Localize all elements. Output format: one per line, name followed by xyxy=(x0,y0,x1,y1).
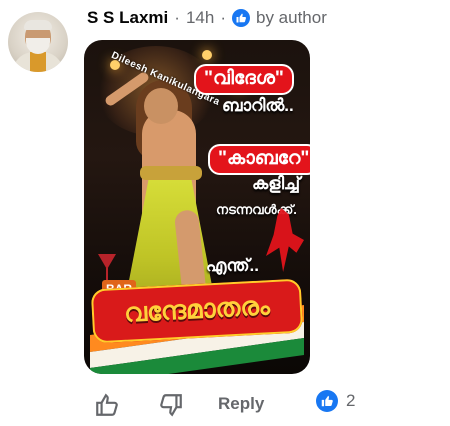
headline-banner: വന്ദേമാതരം xyxy=(90,278,304,344)
headline-text: വന്ദേമാതരം xyxy=(123,290,271,328)
meme-text-6: എന്ത്.. xyxy=(206,256,259,275)
meme-text-4: കളിച്ച് xyxy=(252,174,301,193)
avatar-hair xyxy=(24,20,52,30)
reply-button[interactable]: Reply xyxy=(218,394,264,414)
meme-text-3: "കാബറേ" xyxy=(210,146,310,173)
avatar-stole xyxy=(30,52,46,72)
comment-actions: Reply 2 xyxy=(0,388,450,422)
like-button[interactable] xyxy=(92,390,122,420)
like-count: 2 xyxy=(346,391,356,410)
separator: · xyxy=(174,8,180,27)
by-author-label: by author xyxy=(255,8,327,27)
meme-image[interactable]: Dileesh Kanikulangara "വിദേശ" ബാറിൽ.. "ക… xyxy=(84,40,310,374)
stage-light xyxy=(202,50,212,60)
meme-text-2: ബാറിൽ.. xyxy=(222,96,294,115)
comment-header: S S Laxmi · 14h · by author xyxy=(87,6,327,30)
timestamp[interactable]: 14h xyxy=(186,8,214,28)
meme-text-1: "വിദേശ" xyxy=(196,66,292,93)
like-reaction-icon xyxy=(316,390,338,412)
dancer-belt xyxy=(140,166,202,180)
dislike-button[interactable] xyxy=(156,390,186,420)
thumbs-down-icon xyxy=(160,394,182,417)
author-badge-icon xyxy=(231,9,250,27)
thumbs-up-icon xyxy=(96,393,118,416)
avatar[interactable] xyxy=(8,12,68,72)
author-name[interactable]: S S Laxmi xyxy=(87,8,168,28)
separator-2: · xyxy=(220,8,226,27)
dancer-head xyxy=(144,88,178,124)
reaction-count[interactable]: 2 xyxy=(316,390,355,412)
